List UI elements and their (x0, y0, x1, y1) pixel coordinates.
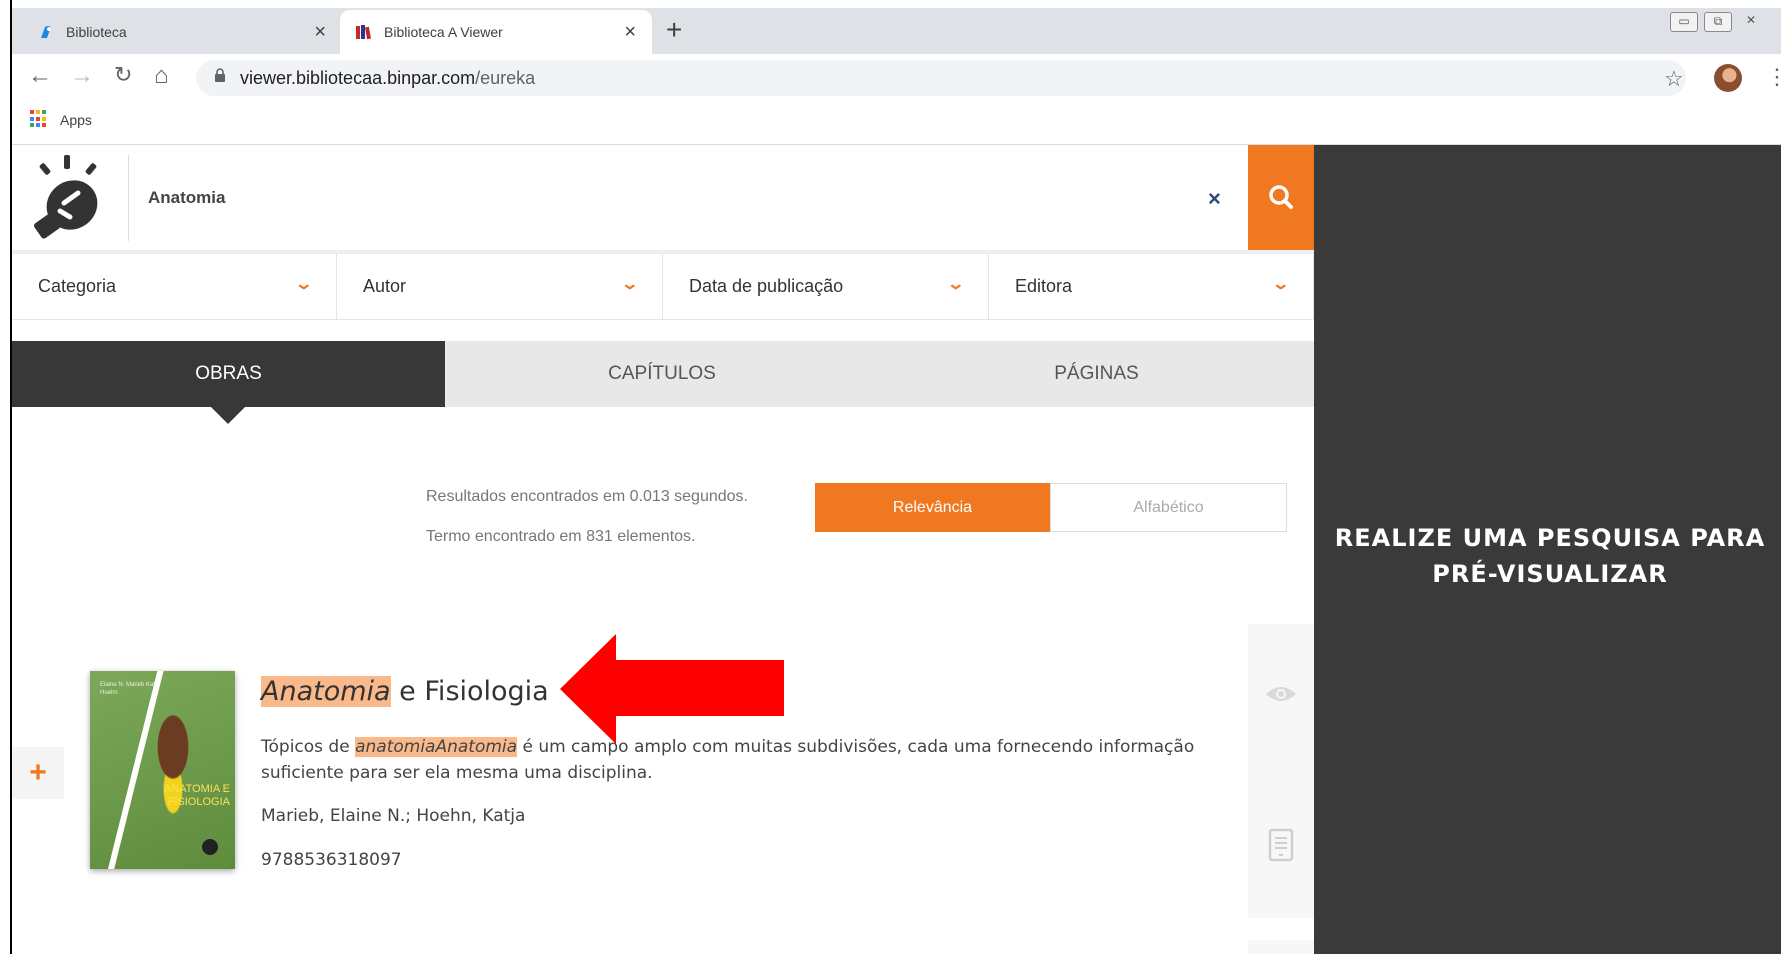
forward-icon[interactable]: → (70, 62, 94, 90)
url-text[interactable]: viewer.bibliotecaa.binpar.com/eureka (240, 68, 535, 89)
tab-close-icon[interactable]: × (624, 21, 636, 44)
result-isbn: 9788536318097 (261, 850, 402, 870)
filter-label: Editora (1015, 276, 1073, 296)
filter-categoria[interactable]: Categoria ⌄ (12, 254, 337, 320)
results-count: Termo encontrado em 831 elementos. (426, 528, 696, 545)
sort-relevance-button[interactable]: Relevância (815, 483, 1050, 532)
back-icon[interactable]: ← (28, 62, 52, 90)
tab-close-icon[interactable]: × (314, 21, 326, 44)
profile-avatar[interactable] (1714, 64, 1742, 92)
search-input[interactable]: Anatomia (148, 188, 225, 208)
next-result-tools (1248, 940, 1314, 954)
lightbulb-logo-icon (34, 155, 98, 239)
results-time: Resultados encontrados em 0.013 segundos… (426, 488, 748, 505)
filter-autor[interactable]: Autor ⌄ (337, 254, 663, 320)
browser-menu-icon[interactable]: ⋮ (1766, 64, 1781, 90)
reload-icon[interactable]: ↻ (114, 62, 132, 88)
minimize-button[interactable]: ▭ (1670, 12, 1698, 32)
close-window-button[interactable]: ✕ (1738, 12, 1764, 30)
filter-data-publicacao[interactable]: Data de publicação ⌄ (663, 254, 989, 320)
chevron-down-icon: ⌄ (1270, 276, 1290, 293)
search-button[interactable] (1248, 145, 1314, 251)
browser-tab-viewer[interactable]: Biblioteca A Viewer × (340, 10, 652, 54)
new-tab-button[interactable]: + (666, 14, 682, 46)
chevron-down-icon: ⌄ (293, 276, 313, 293)
add-button[interactable]: + (12, 747, 64, 799)
filter-label: Autor (363, 276, 407, 296)
bookmark-star-icon[interactable]: ☆ (1664, 66, 1684, 92)
url-path: /eureka (475, 68, 536, 88)
tab-capitulos[interactable]: CAPÍTULOS (445, 341, 879, 407)
tab-title: Biblioteca A Viewer (384, 24, 503, 40)
tab-title: Biblioteca (66, 24, 127, 40)
result-side-tools (1248, 624, 1314, 918)
bookmark-apps[interactable]: Apps (60, 112, 92, 128)
browser-tab-biblioteca[interactable]: Biblioteca × (24, 10, 342, 54)
result-title[interactable]: Anatomia e Fisiologia (261, 676, 549, 707)
chevron-down-icon: ⌄ (619, 276, 639, 293)
restore-button[interactable]: ⧉ (1704, 12, 1732, 32)
title-highlight: Anatomia (261, 676, 391, 707)
eureka-logo[interactable] (12, 145, 128, 249)
filter-label: Categoria (38, 276, 117, 296)
url-host: viewer.bibliotecaa.binpar.com (240, 68, 476, 88)
cover-title: ANATOMIA E FISIOLOGIA (163, 783, 230, 808)
clear-search-icon[interactable]: × (1208, 186, 1221, 212)
reader-icon[interactable] (1268, 828, 1294, 862)
result-authors: Marieb, Elaine N.; Hoehn, Katja (261, 806, 526, 826)
apps-grid-icon[interactable] (30, 110, 48, 128)
red-arrow-annotation (560, 634, 784, 744)
biblioteca-favicon-icon (41, 26, 51, 38)
tab-paginas[interactable]: PÁGINAS (879, 341, 1314, 407)
header-divider (128, 155, 129, 241)
filter-editora[interactable]: Editora ⌄ (989, 254, 1314, 320)
eye-icon[interactable] (1264, 684, 1298, 704)
books-favicon-icon (356, 25, 372, 40)
bookmarks-bar (12, 104, 1781, 145)
home-icon[interactable]: ⌂ (154, 62, 169, 90)
lock-icon[interactable] (214, 68, 226, 85)
sort-alphabetic-button[interactable]: Alfabético (1050, 483, 1287, 532)
filter-label: Data de publicação (689, 276, 844, 296)
active-tab-pointer (210, 406, 246, 424)
desc-highlight: anatomiaAnatomia (355, 737, 518, 757)
search-icon (1269, 185, 1293, 209)
title-rest: e Fisiologia (390, 676, 549, 707)
tab-obras[interactable]: OBRAS (12, 341, 445, 407)
desc-prefix: Tópicos de (261, 737, 356, 757)
publisher-logo-icon (202, 839, 218, 855)
preview-message: REALIZE UMA PESQUISA PARA PRÉ-VISUALIZAR (1334, 524, 1766, 588)
book-cover[interactable]: Elaine N. Marieb Katja Hoehn ANATOMIA E … (90, 671, 235, 869)
chevron-down-icon: ⌄ (945, 276, 965, 293)
